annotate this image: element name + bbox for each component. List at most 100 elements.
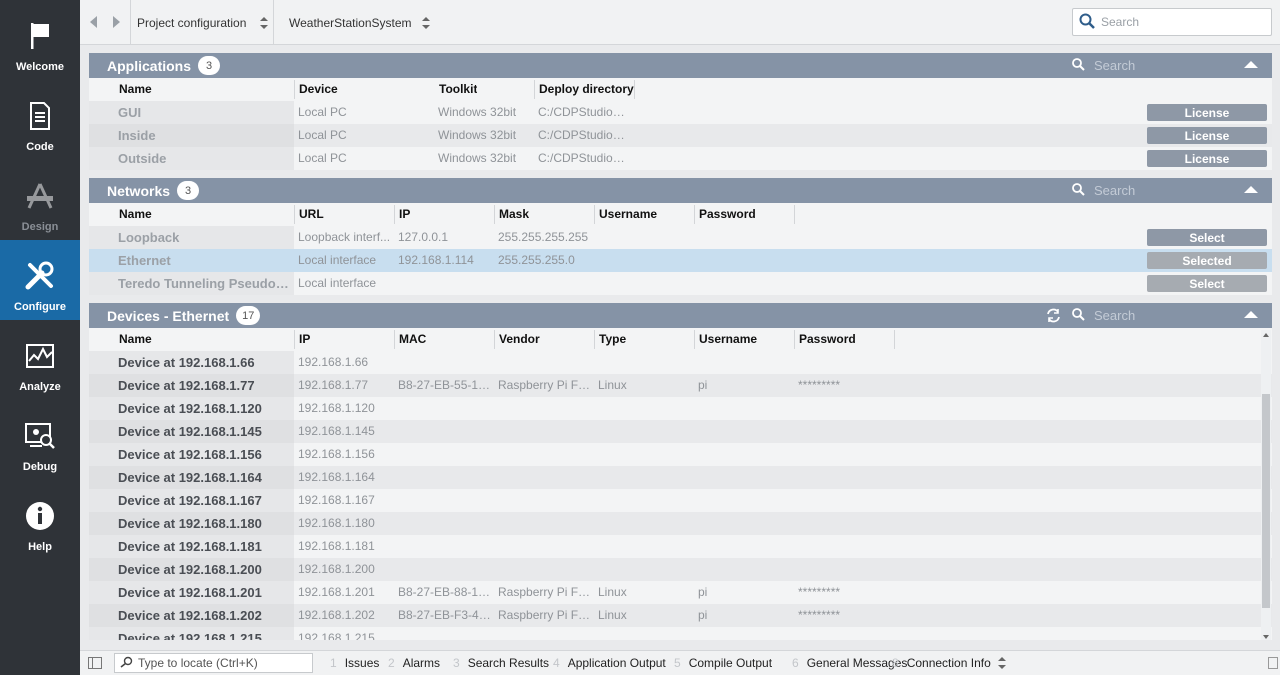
column-header[interactable]: Name (119, 328, 152, 351)
column-header[interactable]: Toolkit (439, 78, 477, 101)
device-type: Linux (598, 585, 627, 599)
table-row[interactable]: Outside Local PC Windows 32bit C:/CDPStu… (89, 147, 1272, 170)
device-name: Device at 192.168.1.201 (118, 585, 262, 600)
sidebar-item-debug[interactable]: Debug (0, 400, 80, 480)
table-row[interactable]: Device at 192.168.1.215 192.168.1.215 (89, 627, 1272, 640)
sidebar-item-design[interactable]: Design (0, 160, 80, 240)
table-row-selected[interactable]: Ethernet Local interface 192.168.1.114 2… (89, 249, 1272, 272)
license-button[interactable]: License (1147, 127, 1267, 144)
select-button[interactable]: Select (1147, 229, 1267, 246)
column-header[interactable]: Username (699, 328, 757, 351)
column-header[interactable]: Password (699, 203, 756, 226)
collapse-icon[interactable] (1244, 311, 1258, 318)
table-row[interactable]: Device at 192.168.1.201 192.168.1.201 B8-2… (89, 581, 1272, 604)
breadcrumb-project-configuration[interactable]: Project configuration (130, 0, 272, 45)
applications-search[interactable] (1072, 53, 1214, 78)
table-row[interactable]: Device at 192.168.1.77 192.168.1.77 B8-27-… (89, 374, 1272, 397)
count-badge: 3 (177, 181, 200, 200)
column-divider (494, 205, 495, 224)
top-search-box[interactable] (1072, 8, 1272, 36)
column-header[interactable]: Username (599, 203, 657, 226)
networks-search-input[interactable] (1094, 183, 1214, 198)
license-button[interactable]: License (1147, 104, 1267, 121)
table-row[interactable]: GUI Local PC Windows 32bit C:/CDPStudioW… (89, 101, 1272, 124)
table-row[interactable]: Device at 192.168.1.164 192.168.1.164 (89, 466, 1272, 489)
forward-arrow-icon[interactable] (113, 16, 120, 28)
table-row[interactable]: Device at 192.168.1.202 192.168.1.202 B8-2… (89, 604, 1272, 627)
column-header[interactable]: Name (119, 78, 152, 101)
resize-icon[interactable] (1268, 657, 1278, 669)
column-header[interactable]: IP (299, 328, 310, 351)
top-search-input[interactable] (1101, 15, 1261, 29)
locate-input[interactable] (138, 656, 308, 670)
networks-header[interactable]: Networks 3 (89, 178, 1272, 203)
sidebar-toggle-icon[interactable] (88, 657, 102, 669)
debug-icon (24, 420, 56, 452)
applications-header[interactable]: Applications 3 (89, 53, 1272, 78)
selected-button[interactable]: Selected (1147, 252, 1267, 269)
sidebar-item-configure[interactable]: Configure (0, 240, 80, 320)
column-header[interactable]: IP (399, 203, 410, 226)
table-row[interactable]: Device at 192.168.1.180 192.168.1.180 (89, 512, 1272, 535)
scroll-down-icon[interactable] (1263, 635, 1269, 639)
output-tab-issues[interactable]: 1 Issues (330, 651, 379, 675)
column-header[interactable]: Vendor (499, 328, 540, 351)
device-name: Device at 192.168.1.120 (118, 401, 262, 416)
table-row[interactable]: Device at 192.168.1.200 192.168.1.200 (89, 558, 1272, 581)
column-header[interactable]: Device (299, 78, 338, 101)
top-bar: Project configuration WeatherStationSyst… (80, 0, 1280, 45)
table-row[interactable]: Device at 192.168.1.145 192.168.1.145 (89, 420, 1272, 443)
select-button[interactable]: Select (1147, 275, 1267, 292)
column-header[interactable]: Password (799, 328, 856, 351)
table-row[interactable]: Device at 192.168.1.120 192.168.1.120 (89, 397, 1272, 420)
updown-icon[interactable] (260, 17, 268, 29)
table-row[interactable]: Teredo Tunneling Pseudo-Int... Local int… (89, 272, 1272, 295)
vertical-scrollbar[interactable] (1261, 330, 1271, 640)
breadcrumb-system[interactable]: WeatherStationSystem (273, 0, 433, 45)
document-icon (29, 100, 51, 132)
output-tab-application-output[interactable]: 4 Application Output (553, 651, 666, 675)
column-header[interactable]: Type (599, 328, 626, 351)
column-header[interactable]: URL (299, 203, 324, 226)
table-row[interactable]: Device at 192.168.1.181 192.168.1.181 (89, 535, 1272, 558)
devices-header[interactable]: Devices - Ethernet 17 (89, 303, 1272, 328)
output-tab-search-results[interactable]: 3 Search Results (453, 651, 549, 675)
scroll-thumb[interactable] (1262, 394, 1270, 608)
collapse-icon[interactable] (1244, 186, 1258, 193)
app-device: Local PC (298, 128, 347, 142)
sidebar-item-analyze[interactable]: Analyze (0, 320, 80, 400)
table-row[interactable]: Loopback Loopback interf... 127.0.0.1 25… (89, 226, 1272, 249)
output-tab-general-messages[interactable]: 6 General Messages (792, 651, 907, 675)
updown-icon[interactable] (998, 657, 1006, 669)
column-header[interactable]: Name (119, 203, 152, 226)
output-tab-compile-output[interactable]: 5 Compile Output (674, 651, 772, 675)
sidebar-item-help[interactable]: Help (0, 480, 80, 560)
networks-search[interactable] (1072, 178, 1214, 203)
scroll-up-icon[interactable] (1263, 333, 1269, 337)
device-name: Device at 192.168.1.180 (118, 516, 262, 531)
output-tab-alarms[interactable]: 2 Alarms (388, 651, 440, 675)
refresh-icon[interactable] (1046, 308, 1061, 326)
device-name: Device at 192.168.1.215 (118, 631, 262, 640)
updown-icon[interactable] (422, 17, 430, 29)
devices-search-input[interactable] (1094, 308, 1214, 323)
license-button[interactable]: License (1147, 150, 1267, 167)
back-arrow-icon[interactable] (90, 16, 97, 28)
sidebar-item-label: Help (28, 541, 52, 553)
table-row[interactable]: Device at 192.168.1.156 192.168.1.156 (89, 443, 1272, 466)
table-row[interactable]: Device at 192.168.1.167 192.168.1.167 (89, 489, 1272, 512)
collapse-icon[interactable] (1244, 61, 1258, 68)
device-mac (398, 397, 493, 420)
devices-search[interactable] (1072, 303, 1214, 328)
sidebar-item-welcome[interactable]: Welcome (0, 0, 80, 80)
table-row[interactable]: Inside Local PC Windows 32bit C:/CDPStud… (89, 124, 1272, 147)
applications-search-input[interactable] (1094, 58, 1214, 73)
output-tab-connection-info[interactable]: 8 Connection Info (892, 651, 991, 675)
device-ip: 192.168.1.167 (298, 493, 375, 507)
locate-box[interactable] (114, 653, 313, 673)
table-row[interactable]: Device at 192.168.1.66 192.168.1.66 (89, 351, 1272, 374)
column-header[interactable]: Mask (499, 203, 529, 226)
column-header[interactable]: MAC (399, 328, 426, 351)
sidebar-item-code[interactable]: Code (0, 80, 80, 160)
column-header[interactable]: Deploy directory (539, 78, 634, 101)
